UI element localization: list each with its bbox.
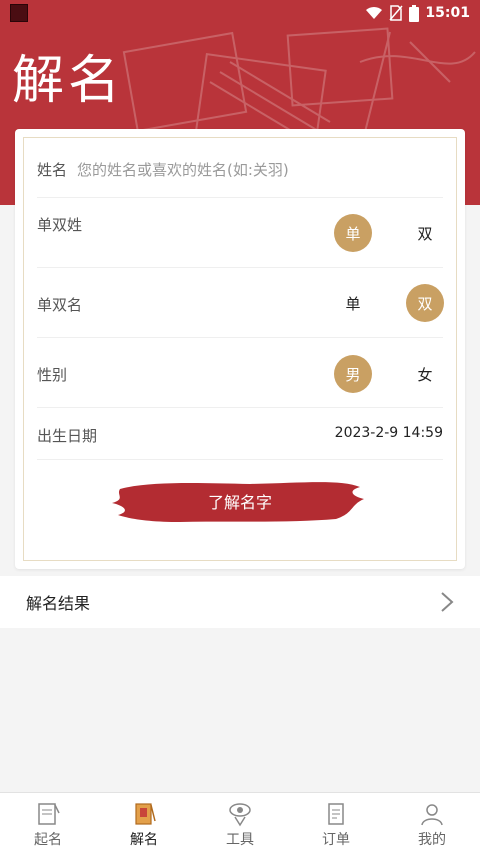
status-time: 15:01 [425,5,470,21]
gender-female-option[interactable]: 女 [406,355,444,393]
nav-item-jieming[interactable]: 解名 [96,793,192,853]
birth-date-label: 出生日期 [37,427,98,445]
gender-male-option[interactable]: 男 [334,355,372,393]
nav-item-qiming[interactable]: 起名 [0,793,96,853]
given-type-row: 单双名 单 双 [37,268,444,338]
surname-type-row: 单双姓 单 双 [37,198,443,268]
status-bar: 15:01 [0,0,480,26]
page-title: 解名 [12,51,125,111]
nav-label-qiming: 起名 [34,832,62,848]
order-icon [328,803,344,825]
surname-type-label: 单双姓 [37,216,83,234]
name-row: 姓名 您的姓名或喜欢的姓名(如:关羽) [37,141,443,198]
nav-label-gongju: 工具 [226,832,254,848]
bottom-nav: 起名 解名 工具 订单 我的 [0,792,480,853]
given-single-option[interactable]: 单 [334,284,372,322]
surname-single-option[interactable]: 单 [334,214,372,252]
wifi-icon [366,6,383,19]
gender-label: 性别 [37,366,68,384]
result-title: 解名结果 [26,594,91,613]
form-card: 姓名 您的姓名或喜欢的姓名(如:关羽) 单双姓 单 双 单双名 单 双 性别 男… [15,129,465,569]
given-double-option[interactable]: 双 [406,284,444,322]
nav-item-dingdan[interactable]: 订单 [288,793,384,853]
battery-icon [409,4,420,22]
birth-date-value[interactable]: 2023-2-9 14:59 [335,425,443,441]
nav-item-gongju[interactable]: 工具 [192,793,288,853]
birth-date-row[interactable]: 出生日期 2023-2-9 14:59 [37,408,443,460]
gender-row: 性别 男 女 [37,338,443,408]
submit-label: 了解名字 [207,493,272,512]
app-notification-icon [10,4,28,22]
tool-icon [229,803,251,827]
book-icon [135,803,156,825]
nav-label-dingdan: 订单 [322,832,350,848]
user-icon [421,804,443,826]
nav-label-jieming: 解名 [130,832,158,848]
nav-label-wode: 我的 [418,832,446,848]
name-label: 姓名 [37,160,68,179]
given-type-label: 单双名 [37,296,83,314]
no-sim-icon [389,5,403,21]
notebook-icon [38,803,60,825]
result-bar[interactable]: 解名结果 [0,576,480,628]
submit-button[interactable]: 了解名字 [110,475,370,527]
surname-double-option[interactable]: 双 [406,214,444,252]
chevron-right-icon [441,592,454,612]
name-input[interactable]: 您的姓名或喜欢的姓名(如:关羽) [77,159,289,180]
nav-item-wode[interactable]: 我的 [384,793,480,853]
